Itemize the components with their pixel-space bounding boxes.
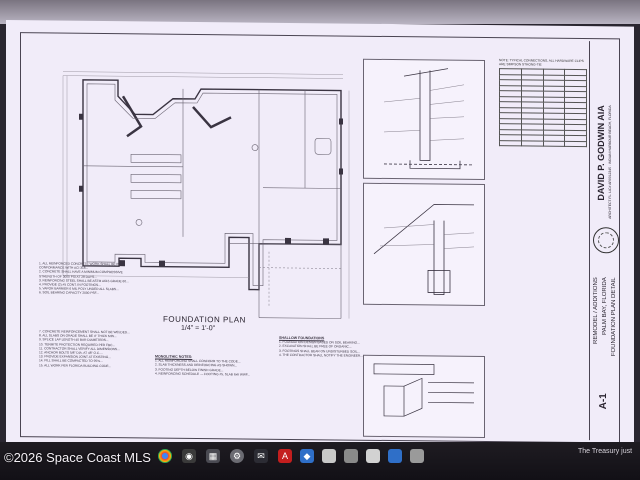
shallow-foundation-notes-block: SHALLOW FOUNDATIONS 1. FOUNDATION DESIGN … <box>279 335 363 358</box>
app-icon[interactable] <box>388 449 402 463</box>
architect-name: DAVID P. GODWIN AIA <box>596 105 606 201</box>
monolithic-notes-block: MONOLITHIC NOTES: 1. ALL REINFORCING SHAL… <box>155 354 251 377</box>
pdf-viewer-screen: FOUNDATION PLAN 1/4" = 1'-0" 1. ALL REIN… <box>6 20 634 449</box>
schedule-table <box>499 68 587 147</box>
schedule-header: NOTE: TYPICAL CONNECTIONS, ALL HARDWARE … <box>499 58 584 67</box>
connection-schedule: NOTE: TYPICAL CONNECTIONS, ALL HARDWARE … <box>499 58 587 179</box>
footing-detail <box>363 354 485 439</box>
app-icon[interactable]: ◆ <box>300 449 314 463</box>
plan-scale: 1/4" = 1'-0" <box>181 324 216 333</box>
sheet-number: A-1 <box>598 393 609 410</box>
wall-section-detail-2 <box>363 182 485 307</box>
camera-icon[interactable]: ◉ <box>182 449 196 463</box>
app-icon[interactable] <box>322 449 336 463</box>
acrobat-icon[interactable]: A <box>278 449 292 463</box>
chrome-icon[interactable] <box>158 449 172 463</box>
monolithic-notes-heading: MONOLITHIC NOTES: <box>155 354 193 359</box>
plan-title: FOUNDATION PLAN <box>163 314 246 325</box>
concrete-notes-block: 7. CONCRETE REINFORCEMENT SHALL NOT BE W… <box>39 329 130 368</box>
architect-details: ARCHITECT FL. LIC# AR0012345 · INDIAN HA… <box>608 105 612 219</box>
app-icon[interactable] <box>344 449 358 463</box>
app-icon[interactable] <box>410 449 424 463</box>
sheet-name: FOUNDATION PLAN DETAIL <box>611 277 617 357</box>
project-name: REMODEL / ADDITIONS <box>593 277 599 345</box>
project-address: PALM BAY, FLORIDA <box>602 277 608 335</box>
mail-icon[interactable]: ✉ <box>254 449 268 463</box>
mls-watermark: ©2026 Space Coast MLS <box>4 450 151 465</box>
app-icon[interactable] <box>366 449 380 463</box>
drawing-sheet: FOUNDATION PLAN 1/4" = 1'-0" 1. ALL REIN… <box>20 32 620 444</box>
wall-section-detail-1 <box>363 58 485 181</box>
calendar-icon[interactable]: ▦ <box>206 449 220 463</box>
shallow-foundations-heading: SHALLOW FOUNDATIONS <box>279 335 325 341</box>
architect-seal <box>593 227 619 254</box>
title-block: DAVID P. GODWIN AIA ARCHITECT FL. LIC# A… <box>589 41 620 441</box>
news-widget[interactable]: The Treasury just <box>578 447 632 456</box>
general-notes-block: 1. ALL REINFORCED CONCRETE WORK SHALL BE… <box>39 261 129 296</box>
settings-icon[interactable]: ⚙ <box>230 449 244 463</box>
